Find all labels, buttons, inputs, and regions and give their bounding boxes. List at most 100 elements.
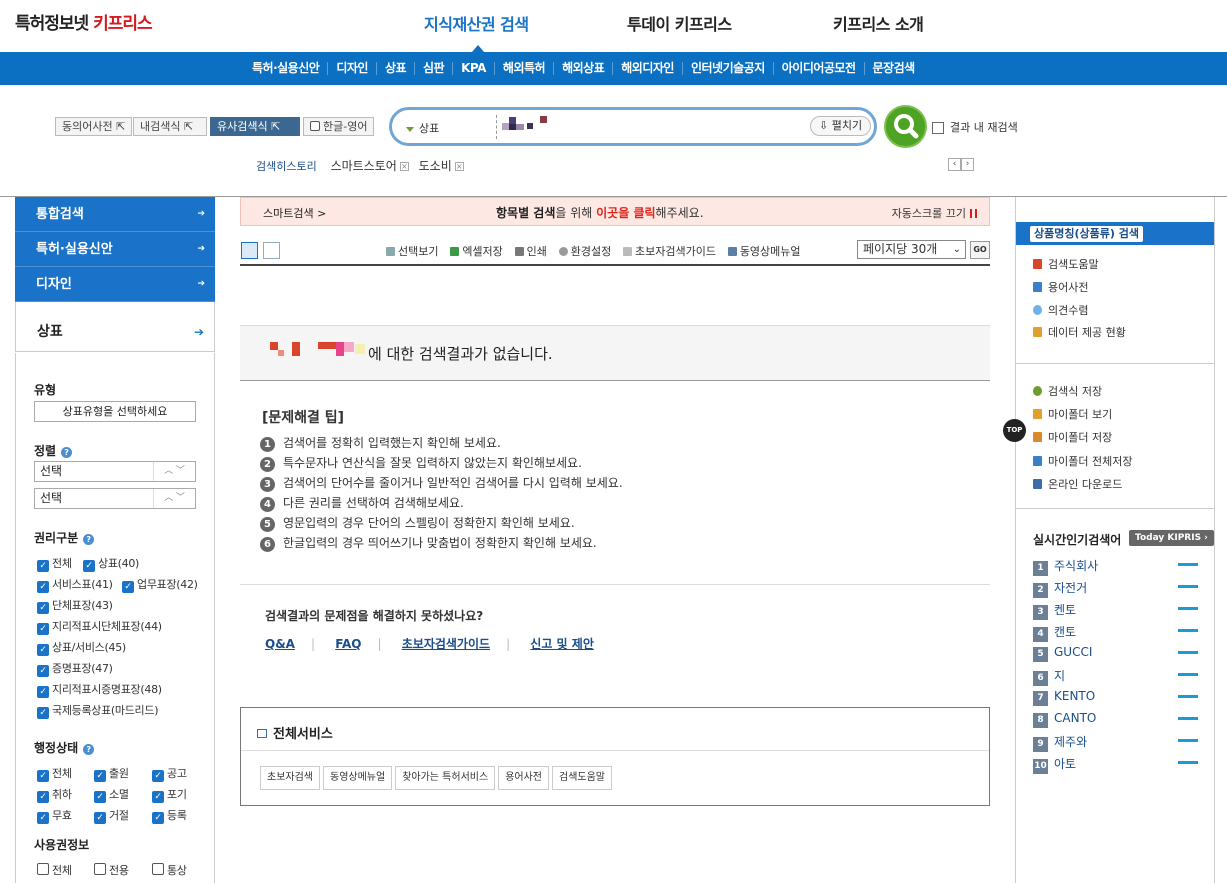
beginner-guide-button[interactable]: 초보자검색가이드	[623, 245, 716, 258]
usage-exclusive[interactable]: 전용	[94, 862, 129, 878]
popular-keyword-item[interactable]: 8 CANTO	[1033, 711, 1198, 728]
service-button-video[interactable]: 동영상메뉴얼	[323, 766, 393, 790]
checkbox-checked[interactable]: ✓	[37, 623, 49, 635]
save-myfolder-link[interactable]: 마이폴더 저장	[1033, 429, 1112, 445]
grid-view-icon[interactable]	[263, 242, 280, 259]
select-view-button[interactable]: 선택보기	[386, 245, 438, 258]
checkbox-unchecked[interactable]	[94, 863, 106, 875]
sort-order-icon[interactable]: ︿ ﹀	[153, 462, 195, 481]
save-query-link[interactable]: 검색식 저장	[1033, 383, 1102, 399]
service-button-beginner[interactable]: 초보자검색	[260, 766, 320, 790]
sort-select-1[interactable]: 선택 ︿ ﹀	[34, 461, 196, 482]
nav-today-kipris[interactable]: 투데이 키프리스	[627, 11, 732, 35]
sort-select-2[interactable]: 선택 ︿ ﹀	[34, 488, 196, 509]
report-suggest-link[interactable]: 신고 및 제안	[530, 637, 594, 651]
checkbox-checked[interactable]: ✓	[37, 644, 49, 656]
subnav-trademark[interactable]: 상표	[375, 62, 414, 75]
faq-link[interactable]: FAQ	[335, 637, 361, 651]
kipris-logo[interactable]: 특허정보넷 키프리스	[15, 9, 153, 34]
popular-keyword-item[interactable]: 9 제주와	[1033, 733, 1198, 752]
status-rejected[interactable]: ✓ 거절	[94, 807, 129, 824]
checkbox-checked[interactable]: ✓	[37, 665, 49, 677]
usage-normal[interactable]: 통상	[152, 862, 187, 878]
scroll-top-button[interactable]: TOP	[1003, 419, 1026, 442]
subnav-foreign-patent[interactable]: 해외특허	[493, 62, 553, 75]
status-registered[interactable]: ✓ 등록	[152, 807, 187, 824]
subnav-kpa[interactable]: KPA	[452, 62, 494, 75]
go-button[interactable]: GO	[970, 241, 990, 259]
checkbox-checked[interactable]: ✓	[37, 707, 49, 719]
help-icon[interactable]: ?	[83, 744, 95, 755]
per-page-select[interactable]: 페이지당 30개 ⌄	[857, 240, 966, 259]
product-name-search-button[interactable]: 상품명칭(상품류) 검색	[1016, 222, 1214, 245]
subnav-sentence-search[interactable]: 문장검색	[863, 62, 923, 75]
right-certification[interactable]: ✓ 증명표장(47)	[37, 660, 113, 677]
checkbox-checked[interactable]: ✓	[94, 770, 106, 782]
checkbox-unchecked[interactable]	[37, 863, 49, 875]
leftnav-integrated[interactable]: 통합검색 ➔	[15, 197, 215, 232]
print-button[interactable]: 인쇄	[514, 245, 547, 258]
subnav-trial[interactable]: 심판	[414, 62, 452, 75]
service-button-help[interactable]: 검색도움말	[552, 766, 612, 790]
service-button-glossary[interactable]: 용어사전	[498, 766, 549, 790]
history-next-button[interactable]: ›	[961, 158, 974, 171]
popular-keyword-item[interactable]: 3 켄토	[1033, 601, 1198, 620]
view-myfolder-link[interactable]: 마이폴더 보기	[1033, 406, 1112, 422]
right-business-mark[interactable]: ✓ 업무표장(42)	[122, 576, 198, 593]
subnav-foreign-design[interactable]: 해외디자인	[612, 62, 682, 75]
checkbox-checked[interactable]: ✓	[37, 812, 49, 824]
right-geo-certification[interactable]: ✓ 지리적표시증명표장(48)	[37, 681, 162, 698]
right-all[interactable]: ✓ 전체	[37, 555, 72, 572]
nav-ip-search[interactable]: 지식재산권 검색	[424, 11, 529, 35]
checkbox-checked[interactable]: ✓	[122, 581, 134, 593]
similar-query-button[interactable]: 유사검색식 ⇱	[210, 117, 300, 136]
subnav-tech-disclosure[interactable]: 인터넷기술공지	[681, 62, 773, 75]
status-filed[interactable]: ✓ 출원	[94, 765, 129, 782]
research-within-results[interactable]: 결과 내 재검색	[932, 119, 1018, 135]
auto-scroll-toggle[interactable]: 자동스크롤 끄기	[892, 205, 977, 221]
category-select[interactable]: 상표	[406, 120, 439, 136]
popular-keyword-item[interactable]: 6지	[1033, 667, 1198, 686]
type-select[interactable]: 상표유형을 선택하세요	[34, 401, 196, 422]
remove-icon[interactable]: ×	[399, 162, 409, 171]
checkbox-checked[interactable]: ✓	[37, 770, 49, 782]
right-trademark[interactable]: ✓ 상표(40)	[83, 555, 139, 572]
subnav-design[interactable]: 디자인	[327, 62, 376, 75]
checkbox-checked[interactable]: ✓	[83, 560, 95, 572]
checkbox-checked[interactable]: ✓	[152, 770, 164, 782]
korean-english-toggle[interactable]: 한글-영어	[303, 117, 375, 136]
checkbox-checked[interactable]: ✓	[94, 812, 106, 824]
excel-save-button[interactable]: 엑셀저장	[450, 245, 503, 258]
glossary-link[interactable]: 용어사전	[1033, 279, 1088, 295]
search-help-link[interactable]: 검색도움말	[1033, 256, 1099, 272]
leftnav-patent[interactable]: 특허·실용신안 ➔	[15, 232, 215, 267]
checkbox-unchecked[interactable]	[152, 863, 164, 875]
synonym-dict-button[interactable]: 동의어사전 ⇱	[55, 117, 133, 136]
smart-search-bar[interactable]: 스마트검색 > 항목별 검색을 위해 이곳을 클릭해주세요. 자동스크롤 끄기	[240, 197, 990, 226]
status-invalid[interactable]: ✓ 무효	[37, 807, 72, 824]
popular-keyword-item[interactable]: 5 GUCCI	[1033, 645, 1198, 662]
subnav-patent[interactable]: 특허·실용신안	[244, 62, 327, 75]
subnav-foreign-trademark[interactable]: 해외상표	[553, 62, 612, 75]
status-all[interactable]: ✓ 전체	[37, 765, 72, 782]
service-button-visiting[interactable]: 찾아가는 특허서비스	[395, 766, 496, 790]
usage-all[interactable]: 전체	[37, 862, 72, 878]
checkbox-checked[interactable]: ✓	[37, 686, 49, 698]
remove-icon[interactable]: ×	[454, 162, 464, 171]
help-icon[interactable]: ?	[61, 447, 73, 458]
search-input[interactable]	[500, 114, 800, 140]
checkbox-checked[interactable]: ✓	[152, 812, 164, 824]
checkbox-checked[interactable]: ✓	[37, 560, 49, 572]
online-download-link[interactable]: 온라인 다운로드	[1033, 476, 1122, 492]
beginner-guide-link[interactable]: 초보자검색가이드	[402, 637, 490, 651]
checkbox-checked[interactable]: ✓	[37, 791, 49, 803]
leftnav-design[interactable]: 디자인 ➔	[15, 267, 215, 302]
data-status-link[interactable]: 데이터 제공 현황	[1033, 324, 1126, 340]
nav-kipris-intro[interactable]: 키프리스 소개	[833, 11, 924, 35]
my-query-button[interactable]: 내검색식 ⇱	[133, 117, 207, 136]
checkbox-checked[interactable]: ✓	[37, 602, 49, 614]
status-published[interactable]: ✓ 공고	[152, 765, 187, 782]
popular-keyword-item[interactable]: 1 주식회사	[1033, 557, 1198, 576]
save-all-myfolder-link[interactable]: 마이폴더 전체저장	[1033, 453, 1132, 469]
checkbox-checked[interactable]: ✓	[94, 791, 106, 803]
